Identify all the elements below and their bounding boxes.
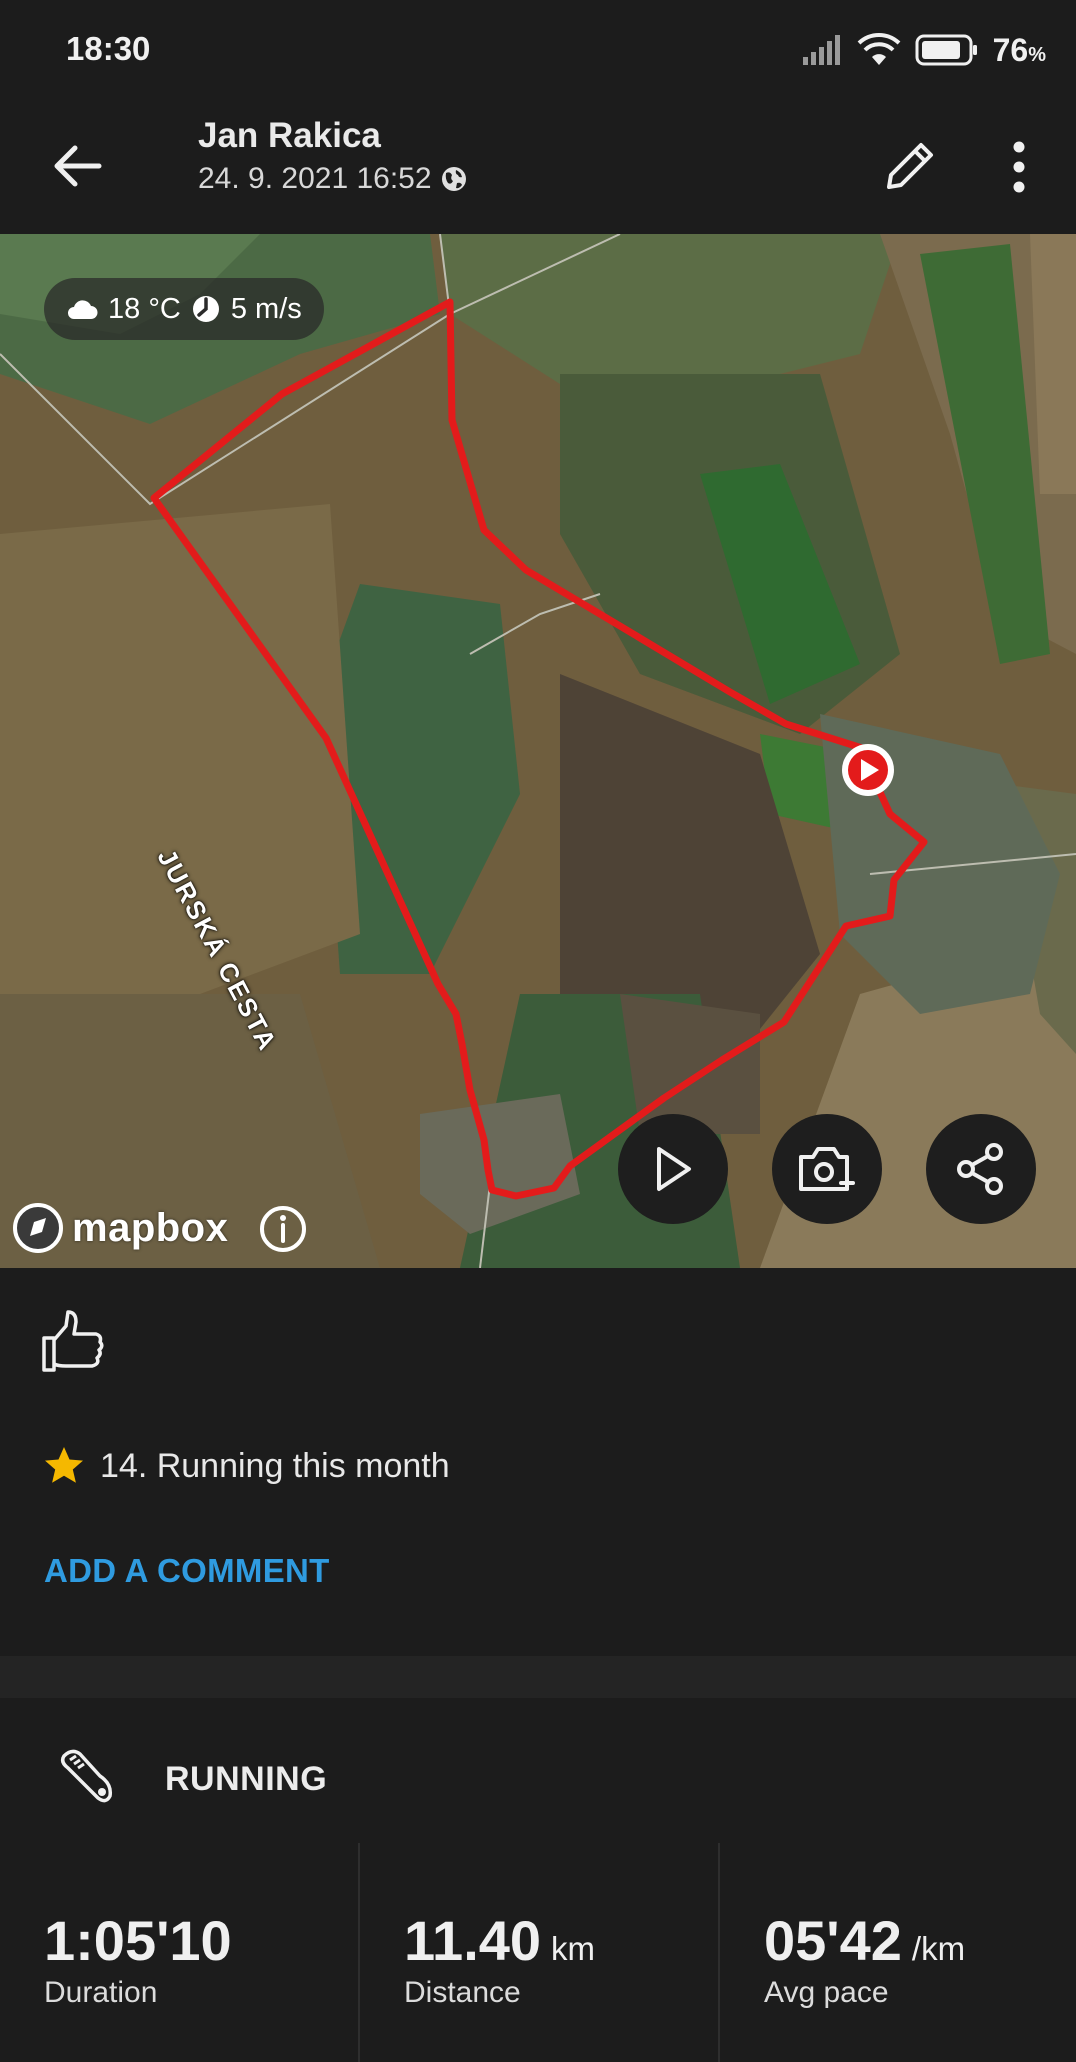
wifi-icon [857,33,900,65]
play-icon [657,1147,691,1191]
avg-pace-label: Avg pace [764,1976,889,2009]
arrow-left-icon [54,145,102,187]
back-button[interactable] [40,128,116,204]
battery-icon [915,34,977,66]
temperature-text: 18 °C [108,292,181,325]
section-divider [0,1656,1076,1698]
add-comment-button[interactable]: ADD A COMMENT [44,1552,330,1590]
datetime-text: 24. 9. 2021 16:52 [198,162,432,195]
more-options-button[interactable] [984,124,1054,210]
status-bar: 18:30 76% [0,0,1076,100]
status-icons: 76% [801,28,1046,72]
map-info-button[interactable] [258,1204,308,1254]
pencil-icon [887,143,933,189]
edit-button[interactable] [864,120,956,212]
satellite-map [0,234,1076,1268]
wind-direction-icon [192,296,219,322]
distance-label: Distance [404,1976,521,2009]
distance-value: 11.40 km [404,1909,596,1972]
duration-value: 1:05'10 [44,1909,232,1972]
mapbox-attribution: mapbox [72,1205,229,1250]
mapbox-logo[interactable]: mapbox [12,1202,228,1254]
play-route-button[interactable] [618,1114,728,1224]
running-shoe-icon [58,1746,118,1806]
duration-label: Duration [44,1976,158,2009]
stat-separator [358,1843,360,2062]
avg-pace-value: 05'42/km [764,1909,966,1972]
globe-icon [441,167,466,191]
route-map[interactable]: JURSKÁ CESTA 18 °C 5 m/s mapbox [0,234,1076,1268]
achievement-row: 14. Running this month [42,1444,450,1488]
activity-summary: RUNNING 1:05'10 Duration 11.40 km Distanc… [0,1698,1076,2062]
wind-text: 5 m/s [230,292,302,325]
add-photo-button[interactable] [772,1114,882,1224]
star-icon [45,1447,83,1483]
weather-chip: 18 °C 5 m/s [44,278,324,340]
share-button[interactable] [926,1114,1036,1224]
cloud-icon [68,300,98,319]
thumbs-up-icon [42,1310,104,1372]
achievement-text: 14. Running this month [100,1446,450,1485]
info-icon [260,1206,306,1252]
like-button[interactable] [36,1306,116,1386]
signal-icon [802,35,840,65]
activity-type: RUNNING [165,1760,328,1798]
more-vertical-icon [1013,141,1025,193]
status-time: 18:30 [66,30,151,67]
camera-plus-icon [799,1147,855,1191]
app-header: Jan Rakica 24. 9. 2021 16:52 [0,100,1076,234]
battery-percent: 76% [992,31,1046,68]
mapbox-icon [13,1203,63,1253]
share-icon [957,1143,1003,1195]
stat-separator [718,1843,720,2062]
athlete-name: Jan Rakica [198,116,381,155]
activity-datetime: 24. 9. 2021 16:52 [198,162,468,196]
